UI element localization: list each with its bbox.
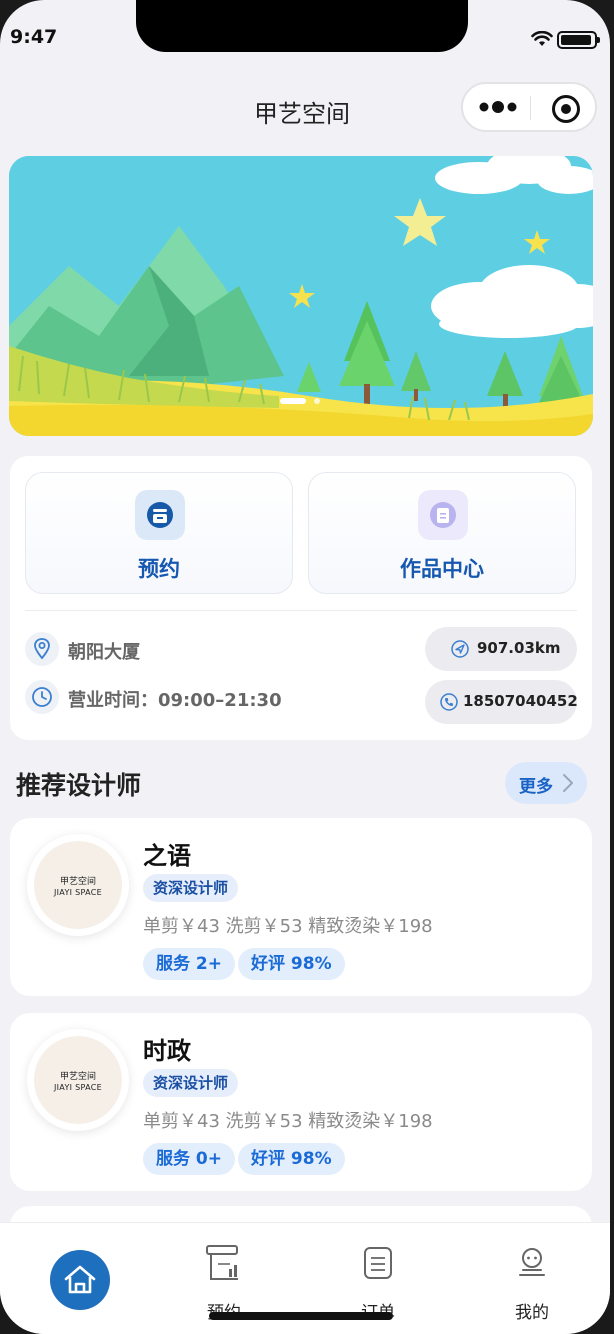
clock-icon xyxy=(25,680,59,714)
logo-text-cn: 甲艺空间 xyxy=(59,877,96,887)
mini-program-capsule xyxy=(461,82,597,132)
logo-text-cn: 甲艺空间 xyxy=(59,1072,96,1082)
business-hours: 营业时间：09:00–21:30 xyxy=(68,690,282,711)
designer-title-badge: 资深设计师 xyxy=(143,874,239,902)
designer-card[interactable]: 甲艺空间 JIAYI SPACE 之语 资深设计师 单剪￥43 洗剪￥53 精致… xyxy=(10,818,592,996)
phone-icon xyxy=(440,693,458,711)
tab-profile-label: 我的 xyxy=(515,1303,549,1323)
rating-chip: 好评 98% xyxy=(238,948,345,980)
services-count-chip: 服务 2+ xyxy=(143,948,235,980)
portfolio-center-label: 作品中心 xyxy=(400,557,484,581)
phone-screen: 9:47 甲艺空间 预约 作品中心 朝阳大厦 营业时间：09:00–21:30 … xyxy=(0,0,610,1334)
close-mini-program-button[interactable] xyxy=(552,95,580,123)
designer-name: 时政 xyxy=(143,1037,191,1065)
camera-notch xyxy=(136,0,468,52)
document-icon xyxy=(418,490,468,540)
banner-carousel[interactable] xyxy=(9,156,593,436)
home-indicator xyxy=(209,1312,393,1320)
phone-pill[interactable]: 18507040452 xyxy=(425,680,578,724)
more-options-button[interactable] xyxy=(477,98,519,116)
navigation-icon xyxy=(451,640,469,658)
booking-button[interactable]: 预约 xyxy=(25,472,293,594)
recommended-designers-title: 推荐设计师 xyxy=(16,771,142,800)
tab-home[interactable] xyxy=(10,1223,130,1334)
distance-text: 907.03km xyxy=(477,639,561,657)
shop-card: 预约 作品中心 朝阳大厦 营业时间：09:00–21:30 907.03km 1… xyxy=(10,456,592,740)
booking-chart-icon xyxy=(206,1245,238,1280)
logo-text-en: JIAYI SPACE xyxy=(53,1083,103,1092)
avatar: 甲艺空间 JIAYI SPACE xyxy=(27,834,129,936)
status-bar: 9:47 xyxy=(0,0,610,60)
designer-card[interactable]: 甲艺空间 JIAYI SPACE 时政 资深设计师 单剪￥43 洗剪￥53 精致… xyxy=(10,1013,592,1191)
shop-logo: 甲艺空间 JIAYI SPACE xyxy=(34,841,122,929)
battery-icon xyxy=(557,31,600,49)
phone-number: 18507040452 xyxy=(463,692,578,710)
chevron-right-icon xyxy=(563,774,573,792)
calendar-booking-icon xyxy=(135,490,185,540)
portfolio-center-button[interactable]: 作品中心 xyxy=(308,472,576,594)
services-count-chip: 服务 0+ xyxy=(143,1143,235,1175)
more-label: 更多 xyxy=(519,777,553,797)
tab-profile[interactable]: 我的 xyxy=(472,1223,592,1334)
home-icon xyxy=(64,1265,96,1294)
capsule-divider xyxy=(530,96,531,120)
shop-logo: 甲艺空间 JIAYI SPACE xyxy=(34,1036,122,1124)
status-time: 9:47 xyxy=(10,26,58,48)
order-list-icon xyxy=(364,1247,392,1279)
designer-name: 之语 xyxy=(143,842,191,870)
avatar: 甲艺空间 JIAYI SPACE xyxy=(27,1029,129,1131)
banner-illustration xyxy=(9,156,593,436)
logo-text-en: JIAYI SPACE xyxy=(53,888,103,897)
wifi-icon xyxy=(531,31,553,46)
distance-pill[interactable]: 907.03km xyxy=(425,627,577,671)
designer-prices: 单剪￥43 洗剪￥53 精致烫染￥198 xyxy=(143,916,433,937)
profile-icon xyxy=(519,1248,545,1276)
location-pin-icon xyxy=(25,632,59,666)
designer-prices: 单剪￥43 洗剪￥53 精致烫染￥198 xyxy=(143,1111,433,1132)
rating-chip: 好评 98% xyxy=(238,1143,345,1175)
booking-label: 预约 xyxy=(138,557,180,581)
shop-address: 朝阳大厦 xyxy=(68,642,140,663)
more-designers-button[interactable]: 更多 xyxy=(505,762,587,804)
divider xyxy=(25,610,577,611)
designer-title-badge: 资深设计师 xyxy=(143,1069,239,1097)
